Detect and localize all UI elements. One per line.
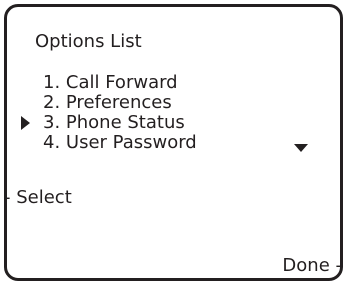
option-user-password[interactable]: 4. User Password: [43, 133, 197, 153]
phone-display: Options List 1. Call Forward 2. Preferen…: [4, 4, 343, 281]
option-call-forward[interactable]: 1. Call Forward: [43, 73, 178, 93]
option-phone-status[interactable]: 3. Phone Status: [43, 113, 185, 133]
select-softkey[interactable]: - Select: [4, 187, 72, 209]
screen-title: Options List: [35, 31, 142, 52]
option-preferences[interactable]: 2. Preferences: [43, 93, 172, 113]
scroll-down-icon[interactable]: [294, 144, 308, 152]
selection-cursor-icon: [21, 116, 30, 130]
done-softkey[interactable]: Done -: [282, 255, 342, 277]
